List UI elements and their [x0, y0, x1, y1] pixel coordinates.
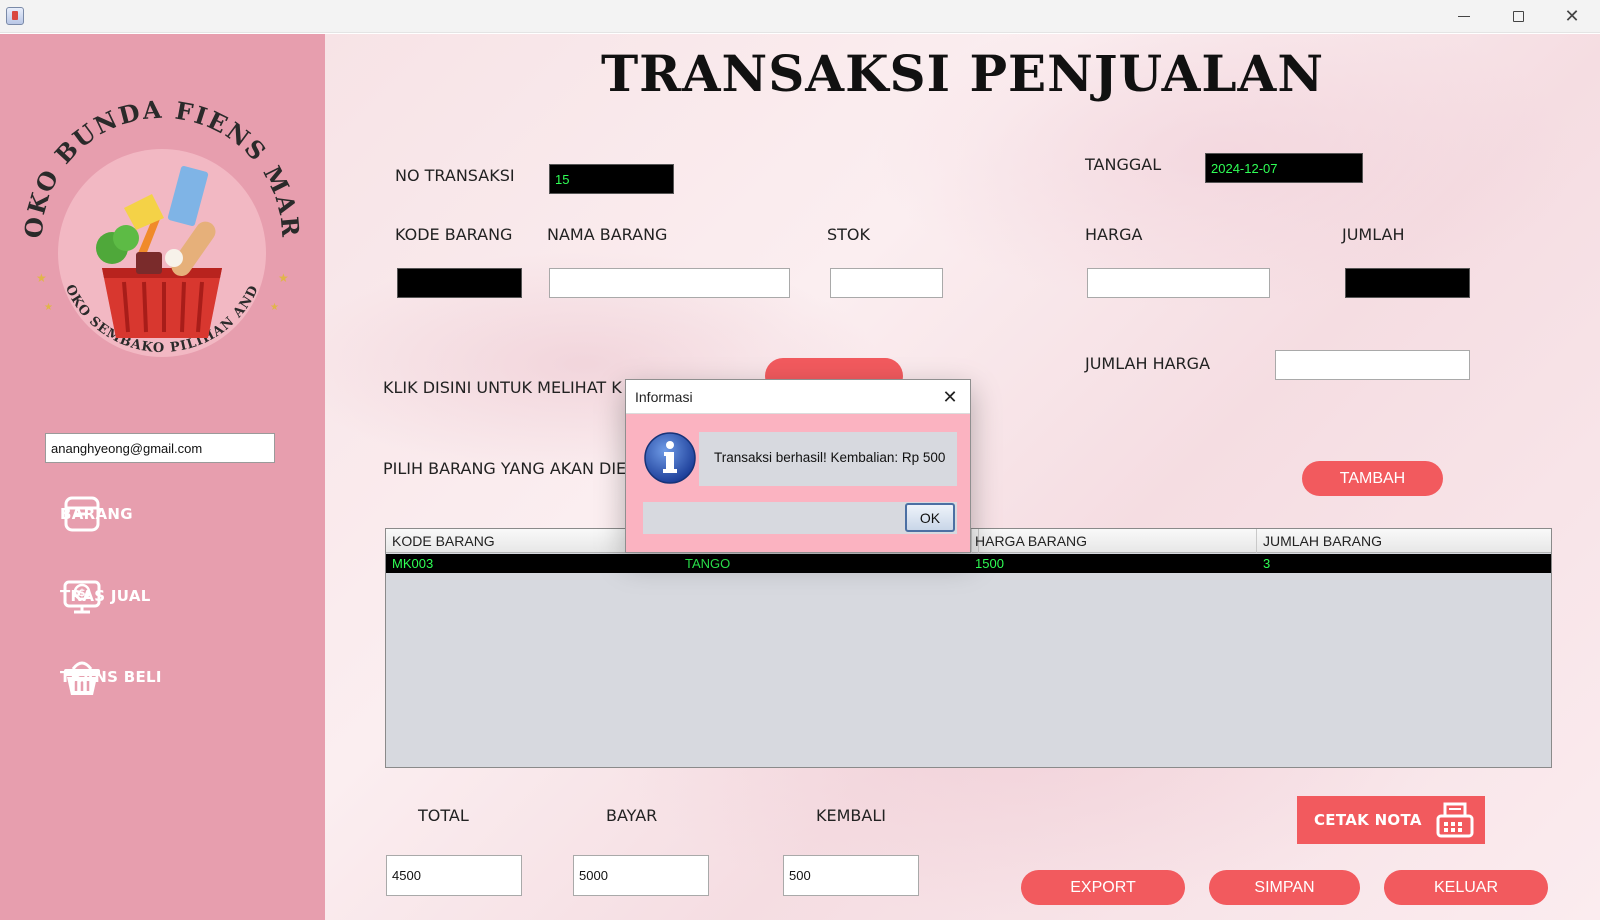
dialog-titlebar: Informasi ✕	[626, 380, 970, 414]
sidebar-item-tras-jual[interactable]: TRAS JUAL $	[60, 570, 290, 622]
dialog-title: Informasi	[635, 389, 693, 405]
sidebar-item-trans-beli[interactable]: TRANS BELI	[60, 651, 290, 703]
svg-text:★: ★	[44, 302, 53, 313]
label-kembali: KEMBALI	[816, 806, 886, 825]
cell-kode-barang: MK003	[392, 556, 434, 571]
column-header[interactable]: JUMLAH BARANG	[1257, 529, 1553, 553]
label-kode-barang: KODE BARANG	[395, 225, 513, 244]
label-jumlah-harga: JUMLAH HARGA	[1085, 354, 1211, 373]
table-row[interactable]: MK003 TANGO 1500 3	[386, 554, 1551, 573]
dialog-button-area: OK	[643, 502, 957, 534]
user-email-field[interactable]	[45, 433, 275, 463]
jumlah-field[interactable]	[1345, 268, 1470, 298]
export-button[interactable]: EXPORT	[1021, 870, 1185, 905]
cell-nama-barang: TANGO	[685, 556, 731, 571]
label-klik-disini: KLIK DISINI UNTUK MELIHAT K	[383, 378, 622, 397]
label-harga: HARGA	[1085, 225, 1143, 244]
transaction-table[interactable]: KODE BARANG HARGA BARANG JUMLAH BARANG M…	[385, 528, 1552, 768]
keluar-button[interactable]: KELUAR	[1384, 870, 1548, 905]
label-pilih-barang: PILIH BARANG YANG AKAN DIE	[383, 459, 627, 478]
bayar-field[interactable]	[573, 855, 709, 896]
tambah-button[interactable]: TAMBAH	[1302, 461, 1443, 496]
maximize-icon	[1512, 11, 1524, 22]
java-app-icon	[6, 7, 24, 25]
stok-field[interactable]	[830, 268, 943, 298]
harga-field[interactable]	[1087, 268, 1270, 298]
maximize-button[interactable]	[1491, 0, 1545, 33]
window-close-button[interactable]: ✕	[1545, 0, 1599, 33]
svg-text:★: ★	[270, 302, 279, 313]
sidebar-item-label: BARANG	[60, 505, 133, 523]
sidebar-item-barang[interactable]: BARANG	[60, 488, 290, 540]
close-icon: ✕	[942, 386, 958, 408]
sidebar-item-label: TRAS JUAL	[60, 587, 151, 605]
cetak-nota-button[interactable]: CETAK NOTA	[1297, 796, 1485, 844]
svg-text:★: ★	[278, 271, 289, 285]
close-icon: ✕	[1564, 6, 1580, 27]
printer-receipt-icon	[1436, 802, 1474, 838]
svg-text:★: ★	[36, 271, 47, 285]
cetak-nota-label: CETAK NOTA	[1314, 811, 1422, 829]
kembali-field[interactable]	[783, 855, 919, 896]
store-logo: TOKO BUNDA FIENS MART TOKO SEMBAKO PILIH…	[14, 88, 303, 357]
sidebar-item-label: TRANS BELI	[60, 668, 162, 686]
info-icon	[644, 432, 696, 484]
label-no-transaksi: NO TRANSAKSI	[395, 166, 515, 185]
column-header[interactable]: HARGA BARANG	[969, 529, 1257, 553]
total-field[interactable]	[386, 855, 522, 896]
ok-button[interactable]: OK	[905, 503, 955, 532]
tanggal-field[interactable]	[1205, 153, 1363, 183]
jumlah-harga-field[interactable]	[1275, 350, 1470, 380]
dialog-message: Transaksi berhasil! Kembalian: Rp 500	[714, 450, 946, 465]
label-tanggal: TANGGAL	[1085, 155, 1162, 174]
label-jumlah: JUMLAH	[1342, 225, 1405, 244]
simpan-button[interactable]: SIMPAN	[1209, 870, 1360, 905]
cell-harga-barang: 1500	[975, 556, 1004, 571]
window-titlebar: ✕	[0, 0, 1600, 33]
dialog-close-button[interactable]: ✕	[938, 385, 962, 409]
page-title: TRANSAKSI PENJUALAN	[600, 44, 1325, 103]
sidebar: TOKO BUNDA FIENS MART TOKO SEMBAKO PILIH…	[0, 34, 325, 920]
no-transaksi-field[interactable]	[549, 164, 674, 194]
cell-jumlah-barang: 3	[1263, 556, 1271, 571]
nama-barang-field[interactable]	[549, 268, 790, 298]
dialog-message-area: Transaksi berhasil! Kembalian: Rp 500	[699, 432, 957, 486]
label-nama-barang: NAMA BARANG	[547, 225, 668, 244]
info-dialog: Informasi ✕ Transaksi berhasil! Kembalia…	[625, 379, 971, 553]
kode-barang-field[interactable]	[397, 268, 522, 298]
minimize-button[interactable]	[1437, 0, 1491, 33]
label-total: TOTAL	[418, 806, 469, 825]
label-bayar: BAYAR	[606, 806, 658, 825]
label-stok: STOK	[827, 225, 871, 244]
minimize-icon	[1458, 16, 1470, 17]
